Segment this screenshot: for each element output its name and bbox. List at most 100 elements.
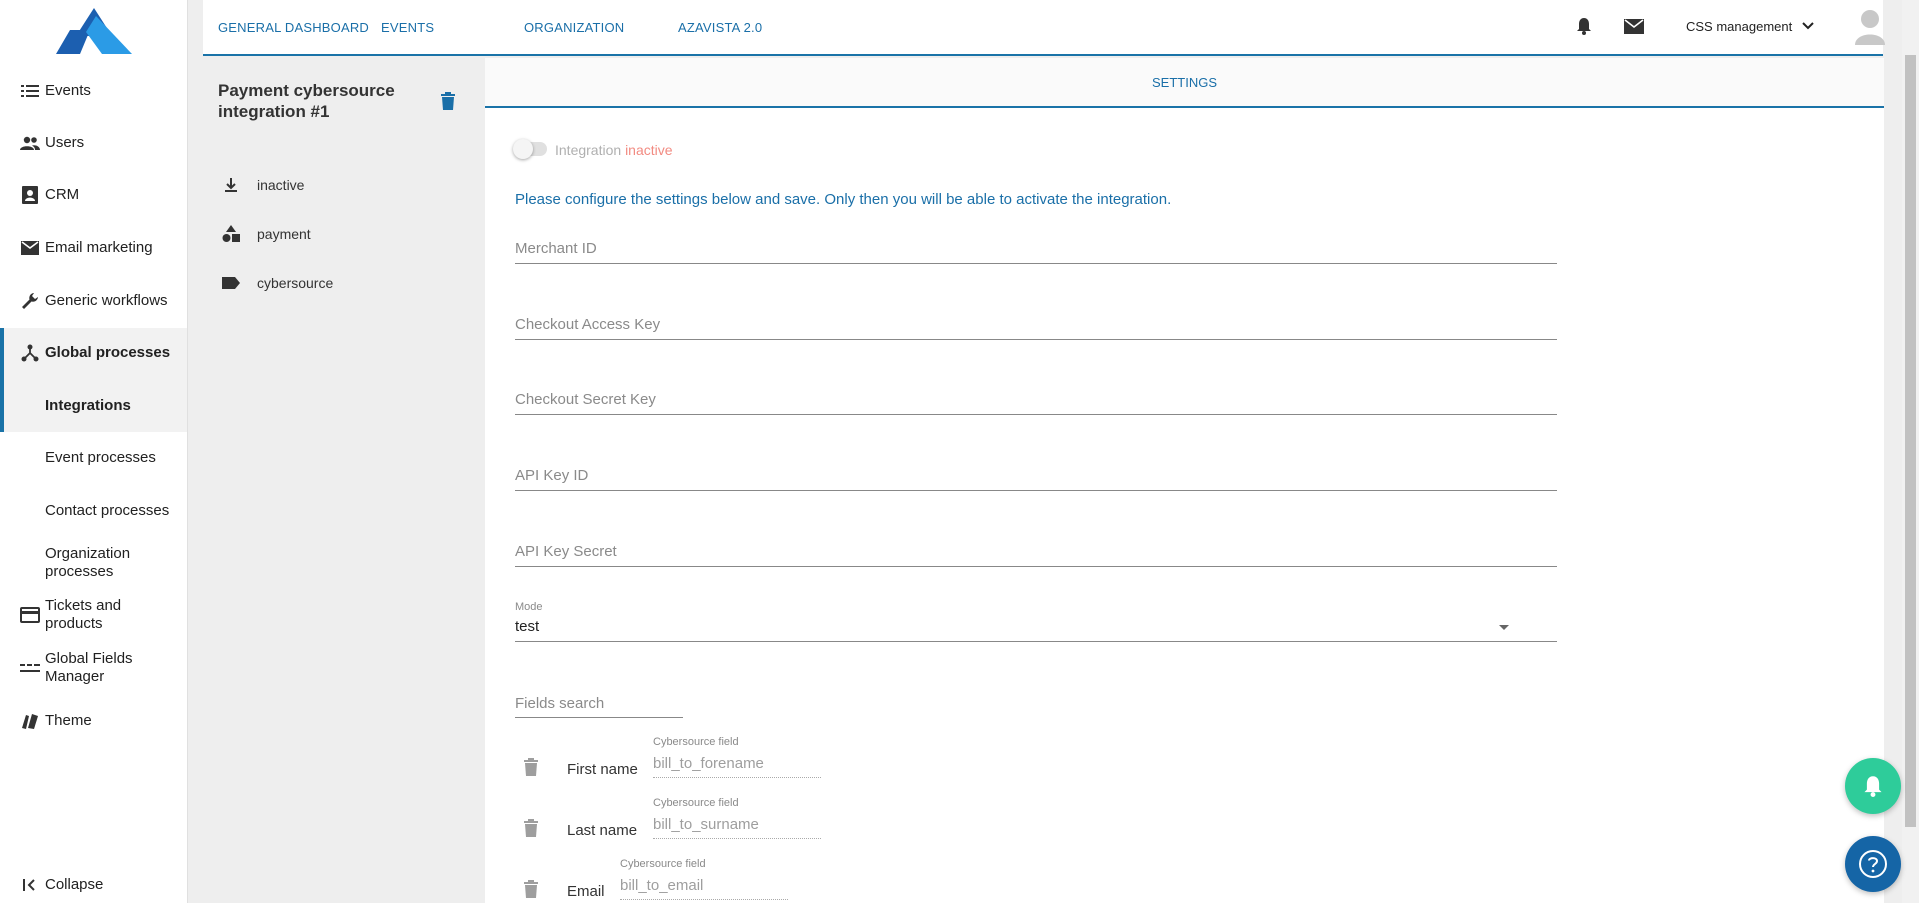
mapping-field-name: Email [567,883,605,900]
sidebar-item-theme[interactable]: Theme [0,710,187,732]
sidebar-item-label: Organization processes [45,545,131,580]
cybersource-field-input[interactable]: bill_to_forename [653,750,821,778]
integration-active-toggle[interactable] [513,139,547,159]
mode-label: Mode [515,601,543,613]
sidebar-item-event-processes[interactable]: Event processes [0,448,187,468]
sidebar-item-organization-processes[interactable]: Organization processes [0,545,187,581]
api-key-secret-placeholder: API Key Secret [515,543,617,560]
mode-value: test [515,618,540,635]
cybersource-field-placeholder: bill_to_forename [653,755,764,772]
cybersource-field-input[interactable]: bill_to_surname [653,811,821,839]
sidebar-item-label: Theme [45,712,92,729]
cybersource-field-input[interactable]: bill_to_email [620,872,788,900]
integration-provider: cybersource [220,273,333,293]
avatar[interactable] [1853,0,1887,52]
sidebar-item-contact-processes[interactable]: Contact processes [0,501,187,521]
sidebar-item-label: CRM [45,186,80,203]
sidebar-item-label: Events [45,82,91,99]
fields-icon [20,658,40,678]
checkout-access-key-field[interactable]: Checkout Access Key [515,306,1557,340]
settings-panel: SETTINGS Integration inactive Please con… [485,58,1884,903]
field-mapping-row: Email Cybersource field bill_to_email [515,858,855,903]
checkout-secret-key-field[interactable]: Checkout Secret Key [515,381,1557,415]
azavista-logo[interactable] [56,8,132,54]
sidebar-item-generic-workflows[interactable]: Generic workflows [0,290,187,312]
integration-type-label: payment [257,226,311,242]
chevron-down-icon [1802,22,1814,30]
delete-mapping-trash-icon[interactable] [524,758,542,778]
card-icon [20,605,40,625]
integration-toggle-label: Integration inactive [555,142,673,158]
delete-mapping-trash-icon[interactable] [524,819,542,839]
toggle-label-text: Integration [555,142,622,158]
sidebar-item-label: Contact processes [45,502,170,519]
sidebar-item-label: Global Fields Manager [45,650,133,685]
delete-integration-trash-icon[interactable] [440,92,462,114]
checkout-secret-key-placeholder: Checkout Secret Key [515,391,656,408]
theme-icon [20,711,40,731]
account-label: CSS management [1686,18,1793,34]
mapping-caption: Cybersource field [653,736,739,748]
fields-search-input[interactable]: Fields search [515,692,683,718]
integration-status: inactive [220,175,304,195]
top-navigation: GENERAL DASHBOARD EVENTS ORGANIZATION AZ… [203,0,1885,56]
integration-provider-label: cybersource [257,275,334,291]
sidebar-item-email-marketing[interactable]: Email marketing [0,237,187,259]
fields-search-placeholder: Fields search [515,695,605,712]
sidebar-item-label: Global processes [45,344,171,361]
help-fab-question-icon[interactable] [1845,836,1901,892]
topnav-azavista[interactable]: AZAVISTA 2.0 [678,20,762,35]
collapse-icon [20,875,40,895]
collapse-button[interactable]: Collapse [0,874,187,896]
merchant-id-placeholder: Merchant ID [515,240,597,257]
fork-icon [20,343,40,363]
integration-status-label: inactive [257,177,305,193]
sidebar-item-tickets-and-products[interactable]: Tickets and products [0,597,187,633]
field-mapping-row: Last name Cybersource field bill_to_surn… [515,797,855,847]
collapse-label: Collapse [45,876,104,893]
tag-icon [220,273,242,293]
field-mapping-row: First name Cybersource field bill_to_for… [515,736,855,786]
merchant-id-field[interactable]: Merchant ID [515,230,1557,264]
page-scrollbar[interactable] [1902,0,1919,903]
cybersource-field-placeholder: bill_to_email [620,877,704,894]
mapping-field-name: First name [567,761,638,778]
sidebar-item-label: Email marketing [45,239,153,256]
sidebar-item-label: Generic workflows [45,292,168,309]
sidebar-item-users[interactable]: Users [0,132,187,154]
topnav-events[interactable]: EVENTS [381,20,434,35]
sidebar-item-label: Event processes [45,449,156,466]
dropdown-arrow-icon [1499,625,1509,630]
integration-title: Payment cybersource integration #1 [218,81,395,121]
sidebar-item-global-processes[interactable]: Global processes Integrations [0,328,187,432]
checkout-access-key-placeholder: Checkout Access Key [515,316,661,333]
wrench-icon [20,291,40,311]
scrollbar-thumb[interactable] [1905,55,1916,827]
integration-summary-panel: Payment cybersource integration #1 inact… [203,58,485,903]
notifications-bell-icon[interactable] [1576,0,1592,52]
messages-mail-icon[interactable] [1624,0,1644,52]
notifications-fab-bell-icon[interactable] [1845,758,1901,814]
sidebar-item-events[interactable]: Events [0,80,187,102]
api-key-secret-field[interactable]: API Key Secret [515,533,1557,567]
sidebar-item-integrations[interactable]: Integrations [45,397,131,415]
topnav-general-dashboard[interactable]: GENERAL DASHBOARD [218,20,369,35]
api-key-id-field[interactable]: API Key ID [515,457,1557,491]
api-key-id-placeholder: API Key ID [515,467,589,484]
cybersource-field-placeholder: bill_to_surname [653,816,759,833]
sidebar-item-crm[interactable]: CRM [0,184,187,206]
topnav-organization[interactable]: ORGANIZATION [524,20,624,35]
delete-mapping-trash-icon[interactable] [524,880,542,900]
integration-type: payment [220,224,311,244]
list-icon [20,81,40,101]
configuration-notice: Please configure the settings below and … [515,191,1172,208]
tab-settings[interactable]: SETTINGS [485,58,1884,108]
users-icon [20,133,40,153]
sidebar-item-label: Tickets and products [45,597,122,632]
mode-select[interactable]: test [515,616,1557,642]
sidebar: Events Users CRM Email marketing Generic… [0,0,188,903]
toggle-state-text: inactive [625,142,673,158]
account-menu[interactable]: CSS management [1686,0,1814,52]
mapping-field-name: Last name [567,822,638,839]
sidebar-item-global-fields-manager[interactable]: Global Fields Manager [0,650,187,686]
